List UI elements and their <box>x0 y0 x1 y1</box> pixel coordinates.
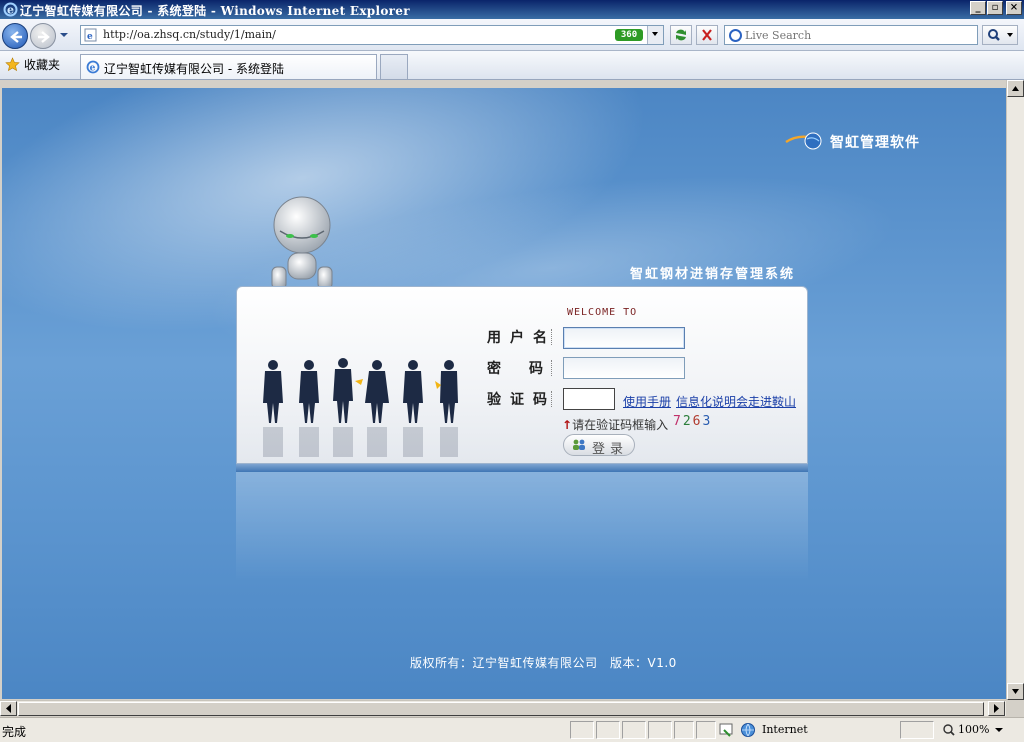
address-bar[interactable]: e http://oa.zhsq.cn/study/1/main/ 360 <box>80 25 664 45</box>
window-title: 辽宁智虹传媒有限公司 - 系统登陆 - Windows Internet Exp… <box>20 4 410 18</box>
captcha-hint-text: 请在验证码框输入 <box>572 418 669 432</box>
tab-label: 辽宁智虹传媒有限公司 - 系统登陆 <box>104 62 284 76</box>
scroll-right-button[interactable] <box>988 701 1005 716</box>
panel-reflection <box>236 472 808 582</box>
scroll-thumb[interactable] <box>18 702 984 716</box>
username-label: 用户名 <box>487 330 556 346</box>
protected-mode-dropdown[interactable] <box>900 721 934 739</box>
navigation-bar: e http://oa.zhsq.cn/study/1/main/ 360 <box>0 19 1024 51</box>
favorites-button[interactable]: 收藏夹 <box>2 55 64 75</box>
login-button[interactable]: 登录 <box>563 434 635 457</box>
favorites-bar: 收藏夹 e 辽宁智虹传媒有限公司 - 系统登陆 <box>0 51 1024 80</box>
status-text: 完成 <box>2 725 27 739</box>
forward-button[interactable] <box>30 23 56 49</box>
login-button-label: 登录 <box>592 442 629 457</box>
status-pane <box>596 721 620 739</box>
scrollbar-corner <box>1006 700 1024 716</box>
arrow-up-icon <box>1012 86 1019 91</box>
robot-mascot-icon <box>271 196 333 294</box>
user-manual-link[interactable]: 使用手册 <box>623 393 671 410</box>
back-button[interactable] <box>2 23 28 49</box>
copyright-text: 版权所有：辽宁智虹传媒有限公司 版本：V1.0 <box>410 656 677 670</box>
address-dropdown-button[interactable] <box>647 26 663 44</box>
magnifier-icon <box>988 29 1013 41</box>
minimize-button[interactable]: _ <box>970 1 986 15</box>
scroll-left-button[interactable] <box>0 701 17 716</box>
protected-mode-icon[interactable] <box>718 722 736 738</box>
star-icon <box>5 57 20 72</box>
refresh-button[interactable] <box>670 25 692 45</box>
forward-arrow-icon <box>38 31 50 43</box>
360-badge-icon[interactable]: 360 <box>615 29 643 41</box>
favorites-label: 收藏夹 <box>24 58 61 72</box>
captcha-label: 验证码 <box>487 392 556 408</box>
svg-text:e: e <box>7 4 14 17</box>
info-session-link[interactable]: 信息化说明会走进鞍山 <box>676 393 796 410</box>
captcha-hint: ↑请在验证码框输入 <box>562 416 668 433</box>
live-search-icon <box>729 29 742 42</box>
url-text[interactable]: http://oa.zhsq.cn/study/1/main/ <box>103 28 276 41</box>
arrow-right-icon <box>994 704 999 713</box>
label-separator <box>551 360 553 376</box>
status-pane <box>570 721 594 739</box>
captcha-digit: 3 <box>702 414 713 429</box>
search-input[interactable] <box>745 27 971 43</box>
captcha-input[interactable] <box>563 388 615 410</box>
captcha-digit: 2 <box>682 414 693 429</box>
brand-name: 智虹管理软件 <box>830 135 920 151</box>
vertical-scrollbar[interactable] <box>1006 80 1024 700</box>
refresh-icon <box>676 29 686 41</box>
captcha-digit: 6 <box>692 414 703 429</box>
close-window-button[interactable]: × <box>1006 1 1022 15</box>
password-input[interactable] <box>563 357 685 379</box>
arrow-left-icon <box>6 704 11 713</box>
panel-base-bar <box>236 464 808 472</box>
zoom-icon <box>943 724 955 736</box>
label-separator <box>551 391 553 407</box>
arrow-down-icon <box>1012 689 1019 694</box>
svg-text:e: e <box>87 32 93 42</box>
status-pane <box>648 721 672 739</box>
history-dropdown-icon[interactable] <box>59 31 69 39</box>
globe-logo-icon <box>785 132 822 150</box>
security-zone-label: Internet <box>762 723 808 736</box>
label-separator <box>551 329 553 345</box>
horizontal-scrollbar[interactable] <box>0 700 1006 716</box>
zoom-level[interactable]: 100% <box>958 723 989 736</box>
web-page: 智虹管理软件 智虹钢材进销存管理系统 WELCOME TO 用户名 密码 验证码… <box>2 88 1006 699</box>
chevron-down-icon[interactable] <box>994 726 1004 734</box>
ie-logo-icon: e <box>3 2 18 17</box>
password-label: 密码 <box>487 361 571 377</box>
system-title: 智虹钢材进销存管理系统 <box>630 267 796 282</box>
internet-zone-globe-icon <box>741 723 755 737</box>
users-icon <box>573 439 585 450</box>
stop-button[interactable] <box>696 25 718 45</box>
stop-x-icon <box>702 29 712 41</box>
tab-current[interactable]: e 辽宁智虹传媒有限公司 - 系统登陆 <box>80 54 377 79</box>
captcha-code: 7263 <box>673 414 712 429</box>
status-bar: 完成 Internet 100% <box>0 717 1024 742</box>
username-input[interactable] <box>563 327 685 349</box>
back-arrow-icon <box>10 31 22 43</box>
svg-text:e: e <box>90 64 96 74</box>
search-box[interactable] <box>724 25 978 45</box>
window-title-bar[interactable]: e 辽宁智虹传媒有限公司 - 系统登陆 - Windows Internet E… <box>0 0 1024 19</box>
status-pane <box>696 721 716 739</box>
ie-page-icon: e <box>86 60 100 74</box>
status-pane <box>674 721 694 739</box>
page-icon: e <box>84 28 97 42</box>
scroll-up-button[interactable] <box>1007 80 1024 97</box>
scroll-down-button[interactable] <box>1007 683 1024 700</box>
login-panel: WELCOME TO 用户名 密码 验证码 使用手册 信息化说明会走进鞍山 ↑请… <box>236 286 808 464</box>
up-arrow-icon: ↑ <box>562 418 573 432</box>
restore-button[interactable]: ▫ <box>987 1 1003 15</box>
welcome-text: WELCOME TO <box>567 307 638 318</box>
chevron-down-icon <box>652 32 658 36</box>
captcha-digit: 7 <box>673 414 683 429</box>
search-button[interactable] <box>982 25 1018 45</box>
new-tab-button[interactable] <box>380 54 408 79</box>
status-pane <box>622 721 646 739</box>
business-people-silhouette-icon <box>263 358 458 457</box>
